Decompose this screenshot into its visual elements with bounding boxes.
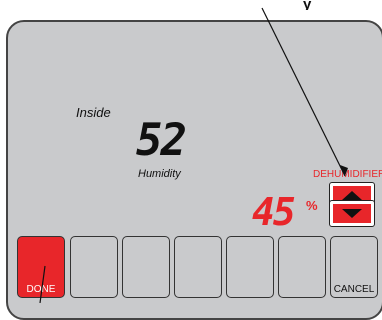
done-button[interactable]: DONE: [17, 236, 65, 298]
setpoint-unit: %: [306, 198, 318, 213]
measure-label: Humidity: [138, 168, 181, 180]
softkey-2[interactable]: [70, 236, 118, 298]
softkey-4[interactable]: [174, 236, 222, 298]
setpoint-value: 45: [252, 190, 296, 234]
callout-label: y: [303, 0, 312, 10]
location-label: Inside: [76, 105, 111, 120]
softkey-3[interactable]: [122, 236, 170, 298]
softkey-6[interactable]: [278, 236, 326, 298]
decrease-button[interactable]: [329, 200, 375, 227]
cancel-button[interactable]: CANCEL: [330, 236, 378, 298]
current-humidity-value: 52: [136, 115, 187, 166]
down-arrow-icon: [333, 204, 371, 223]
softkey-5[interactable]: [226, 236, 274, 298]
mode-label: DEHUMIDIFIER: [313, 169, 382, 180]
